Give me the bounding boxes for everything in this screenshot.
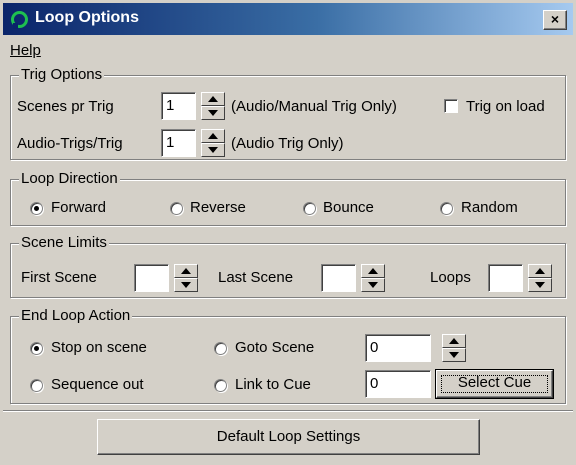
radio-link-to-cue-label: Link to Cue	[235, 376, 311, 393]
scenes-pr-trig-input[interactable]: 1	[161, 92, 196, 120]
scenes-pr-trig-note: (Audio/Manual Trig Only)	[231, 98, 397, 115]
radio-stop-on-scene[interactable]	[30, 342, 43, 355]
last-scene-input[interactable]	[321, 264, 356, 292]
footer-separator	[3, 410, 573, 412]
trig-on-load-checkbox[interactable]	[444, 99, 458, 113]
radio-reverse[interactable]	[170, 202, 183, 215]
default-loop-settings-label: Default Loop Settings	[216, 428, 361, 445]
window-title: Loop Options	[35, 9, 139, 26]
loop-options-window: Loop Options × Help Trig Options Scenes …	[0, 0, 576, 465]
radio-forward-label: Forward	[51, 199, 107, 216]
last-scene-spinner	[361, 264, 385, 292]
first-scene-spinner	[174, 264, 198, 292]
last-scene-label: Last Scene	[218, 269, 294, 286]
radio-bounce-label: Bounce	[323, 199, 374, 216]
scene-limits-group: Scene Limits First Scene Last Scene Loop…	[10, 234, 566, 298]
first-scene-up-button[interactable]	[174, 264, 198, 278]
trig-on-load-label: Trig on load	[466, 98, 545, 115]
audio-trigs-label: Audio-Trigs/Trig	[17, 135, 123, 152]
goto-scene-spinner	[442, 334, 466, 362]
end-loop-action-group: End Loop Action Stop on scene Goto Scene…	[10, 307, 566, 404]
last-scene-down-button[interactable]	[361, 278, 385, 292]
radio-goto-scene[interactable]	[214, 342, 227, 355]
radio-link-to-cue[interactable]	[214, 379, 227, 392]
radio-bounce[interactable]	[303, 202, 316, 215]
menu-help-label: Help	[10, 42, 41, 59]
end-loop-action-legend: End Loop Action	[19, 307, 133, 324]
scenes-pr-trig-label: Scenes pr Trig	[17, 98, 114, 115]
scenes-pr-trig-down-button[interactable]	[201, 106, 225, 120]
goto-scene-up-button[interactable]	[442, 334, 466, 348]
radio-sequence-out-label: Sequence out	[51, 376, 144, 393]
focus-rect	[441, 375, 548, 393]
menu-help[interactable]: Help	[10, 42, 41, 59]
title-bar[interactable]: Loop Options ×	[3, 3, 573, 35]
link-to-cue-input[interactable]: 0	[365, 370, 431, 398]
audio-trigs-input[interactable]: 1	[161, 129, 196, 157]
menu-bar: Help	[3, 37, 573, 61]
loops-label: Loops	[430, 269, 471, 286]
loops-spinner	[528, 264, 552, 292]
radio-forward[interactable]	[30, 202, 43, 215]
audio-trigs-up-button[interactable]	[201, 129, 225, 143]
scene-limits-legend: Scene Limits	[19, 234, 109, 251]
loops-input[interactable]	[488, 264, 523, 292]
goto-scene-input[interactable]: 0	[365, 334, 431, 362]
default-loop-settings-button[interactable]: Default Loop Settings	[97, 419, 480, 455]
radio-stop-on-scene-label: Stop on scene	[51, 339, 147, 356]
trig-options-legend: Trig Options	[19, 66, 105, 83]
audio-trigs-note: (Audio Trig Only)	[231, 135, 344, 152]
goto-scene-down-button[interactable]	[442, 348, 466, 362]
select-cue-button[interactable]: Select Cue	[435, 369, 554, 399]
close-button[interactable]: ×	[543, 10, 567, 30]
audio-trigs-down-button[interactable]	[201, 143, 225, 157]
audio-trigs-spinner	[201, 129, 225, 157]
radio-sequence-out[interactable]	[30, 379, 43, 392]
loop-direction-group: Loop Direction Forward Reverse Bounce Ra…	[10, 170, 566, 226]
loop-icon	[11, 11, 28, 29]
radio-random[interactable]	[440, 202, 453, 215]
radio-goto-scene-label: Goto Scene	[235, 339, 315, 356]
close-icon: ×	[550, 11, 560, 27]
radio-reverse-label: Reverse	[190, 199, 246, 216]
first-scene-label: First Scene	[21, 269, 97, 286]
last-scene-up-button[interactable]	[361, 264, 385, 278]
scenes-pr-trig-spinner	[201, 92, 225, 120]
first-scene-input[interactable]	[134, 264, 169, 292]
first-scene-down-button[interactable]	[174, 278, 198, 292]
radio-random-label: Random	[461, 199, 518, 216]
loops-down-button[interactable]	[528, 278, 552, 292]
loop-direction-legend: Loop Direction	[19, 170, 120, 187]
loops-up-button[interactable]	[528, 264, 552, 278]
trig-options-group: Trig Options Scenes pr Trig 1 (Audio/Man…	[10, 66, 566, 160]
scenes-pr-trig-up-button[interactable]	[201, 92, 225, 106]
